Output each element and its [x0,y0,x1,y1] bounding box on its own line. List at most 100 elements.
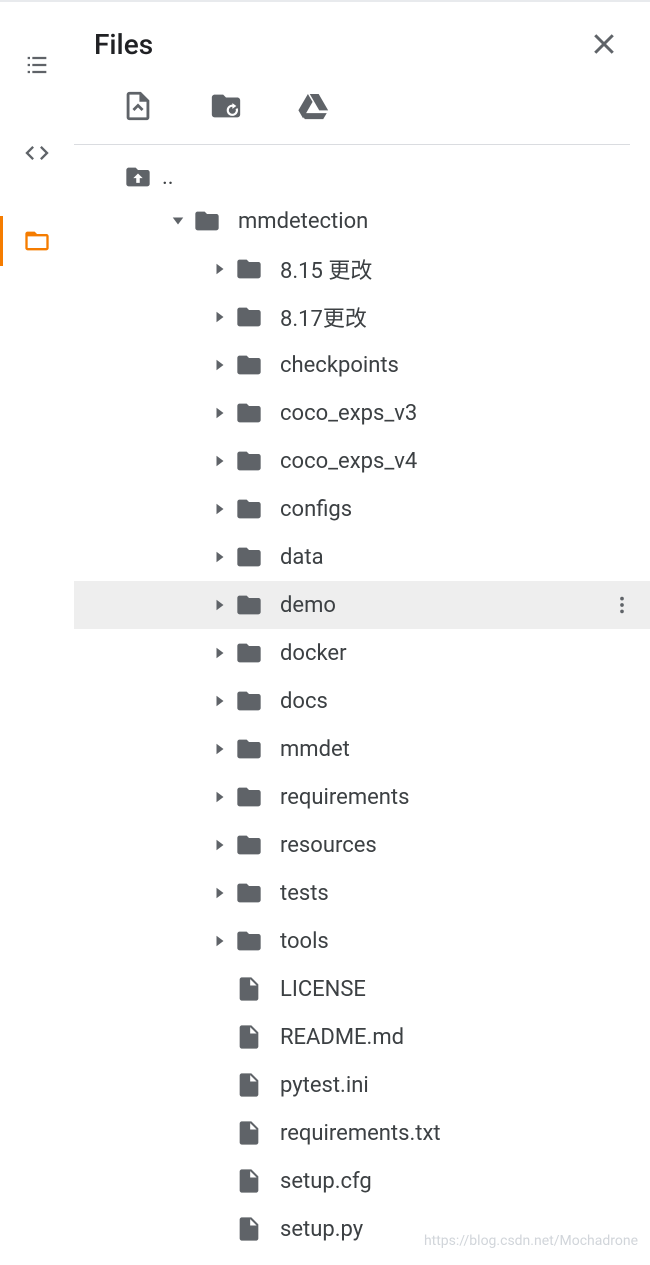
more-vert-icon [611,594,633,616]
parent-dir-row[interactable]: .. [74,157,650,197]
chevron-right-icon [213,790,227,804]
expand-arrow[interactable] [206,639,234,667]
tree-children: 8.15 更改 8.17更改 checkpoints coco_exps_v3coco… [74,245,650,1253]
chevron-right-icon [213,262,227,276]
expand-arrow[interactable] [206,495,234,523]
tree-row[interactable]: 8.17更改 [74,293,650,341]
folder-icon [234,254,264,284]
expand-arrow[interactable] [206,927,234,955]
expand-arrow[interactable] [206,591,234,619]
tree-row[interactable]: resources [74,821,650,869]
tree-row[interactable]: setup.cfg [74,1157,650,1205]
row-more-button[interactable] [602,585,642,625]
tree-item-label: 8.17更改 [280,301,650,333]
tree-item-label: tests [280,881,650,906]
refresh-button[interactable] [206,86,246,126]
close-button[interactable] [584,24,624,64]
expand-arrow[interactable] [206,303,234,331]
file-icon [234,1070,264,1100]
level-up-icon [124,163,152,191]
file-icon [234,1166,264,1196]
code-button[interactable] [13,126,61,180]
tree-item-label: setup.py [280,1217,650,1242]
tree-row[interactable]: tests [74,869,650,917]
folder-icon [234,782,264,812]
expand-arrow [206,1215,234,1243]
expand-arrow [206,1167,234,1195]
tree-row[interactable]: checkpoints [74,341,650,389]
files-panel: Files .. [74,2,650,1265]
tree-row[interactable]: requirements.txt [74,1109,650,1157]
files-button[interactable] [13,214,61,268]
chevron-right-icon [213,502,227,516]
expand-arrow[interactable] [206,255,234,283]
file-icon [234,1022,264,1052]
tree-row[interactable]: mmdet [74,725,650,773]
tree-row[interactable]: pytest.ini [74,1061,650,1109]
chevron-right-icon [213,742,227,756]
tree-item-label: pytest.ini [280,1073,650,1098]
tree-row[interactable]: demo [74,581,650,629]
expand-arrow[interactable] [206,783,234,811]
panel-title: Files [94,28,584,61]
tree-row[interactable]: setup.py [74,1205,650,1253]
file-icon [234,1118,264,1148]
tree-row[interactable]: docs [74,677,650,725]
tree-row[interactable]: configs [74,485,650,533]
folder-icon [234,494,264,524]
tree-item-label: coco_exps_v4 [280,449,650,474]
expand-arrow[interactable] [206,543,234,571]
tree-row[interactable]: data [74,533,650,581]
folder-icon [234,350,264,380]
expand-arrow[interactable] [206,351,234,379]
tree-row[interactable]: tools [74,917,650,965]
expand-arrow[interactable] [206,879,234,907]
toc-icon [23,51,51,79]
tree-item-label: coco_exps_v3 [280,401,650,426]
folder-icon [234,926,264,956]
panel-header: Files [74,2,650,86]
folder-icon [234,638,264,668]
folder-icon [234,446,264,476]
tree-item-label: requirements [280,785,650,810]
toc-button[interactable] [13,38,61,92]
expand-arrow[interactable] [206,399,234,427]
expand-arrow[interactable] [206,687,234,715]
folder-icon [234,686,264,716]
expand-arrow[interactable] [206,447,234,475]
chevron-right-icon [213,694,227,708]
expand-arrow [206,1023,234,1051]
tree-item-label: docs [280,689,650,714]
files-toolbar [74,86,630,145]
mount-drive-button[interactable] [294,86,334,126]
tree-item-label: setup.cfg [280,1169,650,1194]
tree-row[interactable]: requirements [74,773,650,821]
expand-arrow [206,1071,234,1099]
tree-row[interactable]: coco_exps_v4 [74,437,650,485]
tree-item-label: README.md [280,1025,650,1050]
tree-row-root[interactable]: mmdetection [74,197,650,245]
tree-item-label: LICENSE [280,977,650,1002]
side-rail [0,2,74,1265]
upload-file-button[interactable] [118,86,158,126]
upload-file-icon [121,89,155,123]
chevron-right-icon [213,838,227,852]
expand-arrow[interactable] [206,831,234,859]
tree-item-label: data [280,545,650,570]
folder-icon [192,206,222,236]
chevron-right-icon [213,406,227,420]
tree-item-label: demo [280,593,602,618]
tree-item-label: configs [280,497,650,522]
tree-row[interactable]: README.md [74,1013,650,1061]
tree-row[interactable]: coco_exps_v3 [74,389,650,437]
tree-row[interactable]: docker [74,629,650,677]
tree-row[interactable]: 8.15 更改 [74,245,650,293]
collapse-arrow[interactable] [164,207,192,235]
tree-row[interactable]: LICENSE [74,965,650,1013]
tree-item-label: checkpoints [280,353,650,378]
expand-arrow[interactable] [206,735,234,763]
chevron-down-icon [171,214,185,228]
tree-item-label: tools [280,929,650,954]
expand-arrow [206,1119,234,1147]
chevron-right-icon [213,598,227,612]
